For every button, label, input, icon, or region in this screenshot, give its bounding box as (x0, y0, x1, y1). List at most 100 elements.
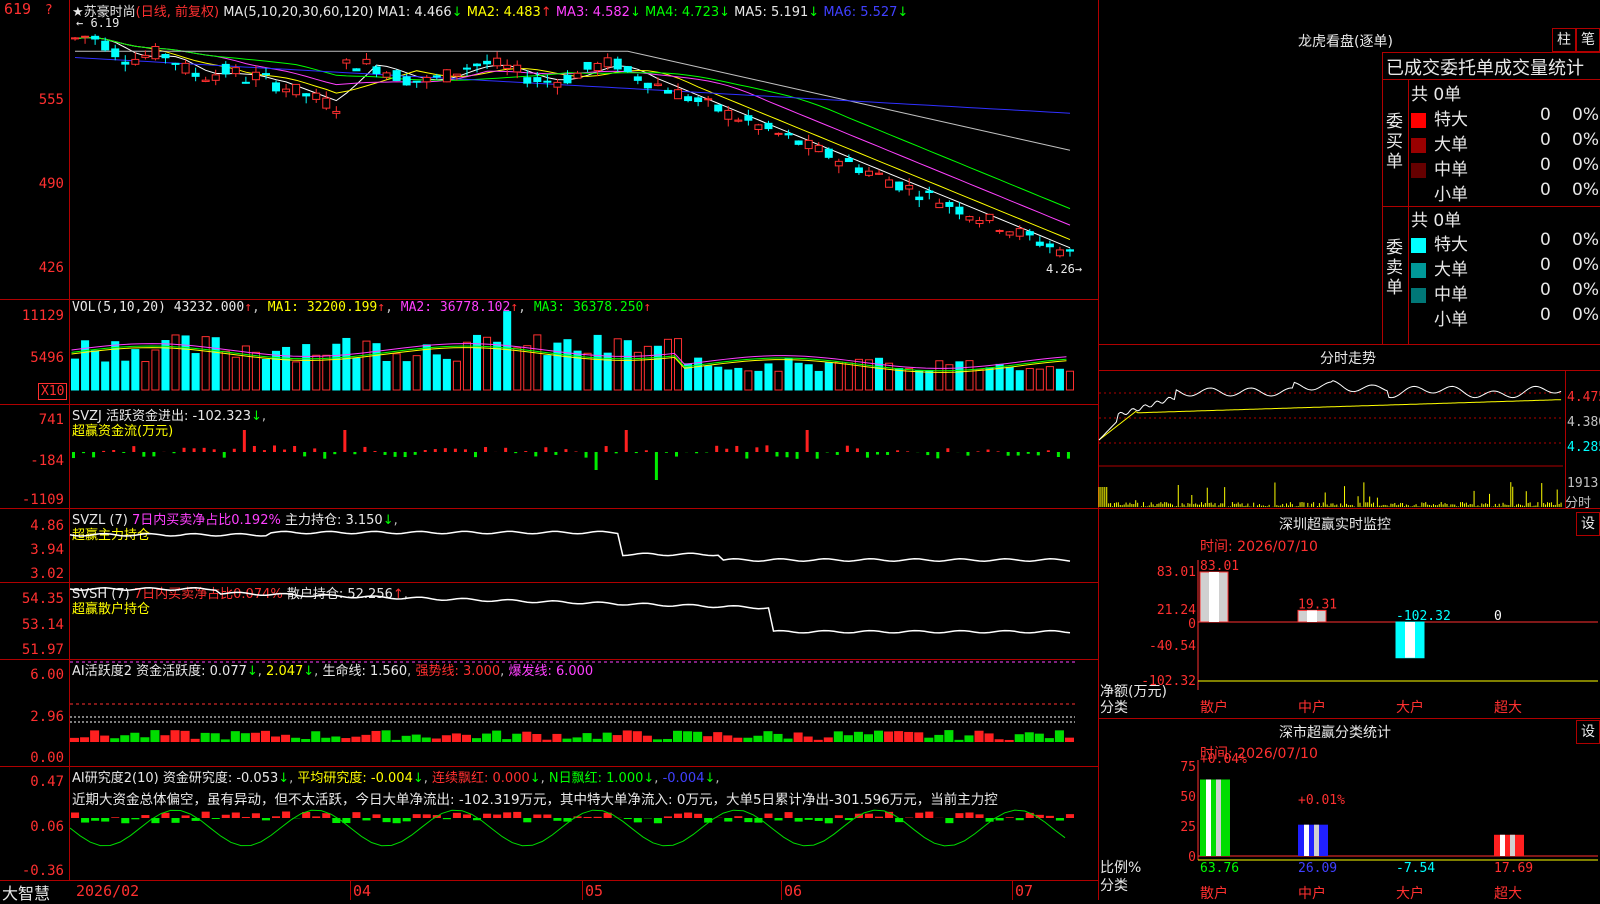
flow-bar (876, 452, 879, 455)
candle-body (202, 80, 209, 81)
flow-bar (575, 451, 578, 452)
volume-bar (514, 348, 521, 390)
ai-research-y-tick: -0.36 (0, 863, 64, 879)
research-bar (694, 814, 702, 818)
candle-body (1036, 242, 1043, 245)
volume-bar (453, 361, 460, 390)
y-tick: 426 (0, 260, 64, 276)
volume-bar (735, 368, 742, 390)
candle-body (82, 36, 89, 37)
flow-bar (645, 450, 648, 452)
flow-bar (384, 452, 387, 455)
category-label: 大户 (1396, 883, 1424, 903)
order-qty: 0 (1540, 230, 1551, 250)
svzl-y-tick: 3.94 (0, 542, 64, 558)
order-color-icon (1411, 113, 1426, 128)
flow-bar (404, 452, 407, 457)
volume-bar (805, 365, 812, 390)
research-bar (91, 818, 99, 821)
sz-stats-settings-button[interactable]: 设 (1576, 720, 1600, 744)
activity-bar (593, 739, 602, 742)
candle-body (604, 58, 611, 67)
flow-bar (273, 445, 276, 452)
volume-bar (755, 371, 762, 390)
research-bar (493, 815, 501, 818)
candle-body (303, 94, 310, 96)
candle-body (293, 84, 300, 94)
candle-body (112, 49, 119, 57)
monitor-value: 83.01 (1200, 559, 1239, 574)
question-mark[interactable]: ? (45, 3, 53, 18)
volume-bar (363, 341, 370, 390)
avg-price-line (1099, 400, 1561, 440)
research-bar (624, 818, 632, 819)
activity-bar (1025, 732, 1034, 742)
flow-bar (474, 452, 477, 457)
stats-bar-stripe (1510, 835, 1515, 856)
research-bar (423, 814, 431, 818)
candle-body (725, 110, 732, 119)
activity-bar (80, 737, 89, 742)
volume-bar (413, 356, 420, 390)
flow-bar (313, 448, 316, 452)
stats-bar-stripe (1216, 779, 1221, 856)
svsh-y-tick: 51.97 (0, 642, 64, 658)
volume-bar (896, 369, 903, 390)
research-bar (383, 818, 391, 822)
order-name: 中单 (1434, 285, 1468, 305)
ai-research-text3: 连续飘红: 0.000 (432, 771, 530, 786)
time-label: 2026/02 (76, 882, 139, 900)
candle-body (654, 84, 661, 85)
research-bar (795, 818, 803, 822)
flow-bar (866, 452, 869, 458)
flow-bar (595, 452, 598, 470)
volume-bar (715, 367, 722, 390)
flow-bar (333, 452, 336, 454)
flow-bar (816, 452, 819, 459)
time-label: 05 (585, 882, 603, 900)
volume-bar (303, 345, 310, 390)
holding-line (70, 531, 1070, 561)
volume-bar (725, 370, 732, 390)
activity-bar (804, 737, 813, 742)
candlestick-chart[interactable] (70, 20, 1098, 300)
monitor-value: 19.31 (1298, 597, 1337, 612)
sell-total: 共 0单 (1411, 206, 1461, 231)
activity-bar (422, 738, 431, 742)
volume-bar (92, 351, 99, 390)
flow-bar (886, 452, 889, 455)
activity-bar (402, 736, 411, 742)
stats-value: -7.54 (1396, 861, 1435, 876)
volume-bar (504, 312, 511, 390)
sz-stats-chart: 63.7626.09-7.5417.69+0.04%+0.01% (1198, 760, 1598, 900)
intraday-chart[interactable] (1099, 370, 1565, 508)
activity-bar (482, 734, 491, 742)
holding-line (70, 588, 1070, 633)
research-bar (775, 818, 783, 820)
volume-bar (705, 366, 712, 390)
research-bar (222, 815, 230, 818)
candle-body (735, 120, 742, 121)
sz-monitor-settings-button[interactable]: 设 (1576, 512, 1600, 536)
bar-mode-button[interactable]: 柱 (1552, 28, 1576, 52)
flow-bar (544, 447, 547, 452)
activity-bar (623, 730, 632, 742)
research-bar (503, 812, 511, 818)
ai-research-chart (70, 803, 1098, 878)
order-qty: 0 (1540, 180, 1551, 200)
volume-bar (283, 347, 290, 390)
sz-y-tick: 0 (1118, 617, 1196, 632)
candle-body (152, 47, 159, 59)
activity-bar (874, 731, 883, 742)
ai-active-chart (70, 662, 1098, 762)
flow-bar (635, 452, 638, 453)
research-bar (865, 814, 873, 818)
tick-mode-button[interactable]: 笔 (1576, 28, 1600, 52)
ai-research-y-tick: 0.47 (0, 774, 64, 790)
volume-bar (845, 363, 852, 390)
flow-bar (534, 452, 537, 456)
volume-bar (815, 371, 822, 390)
period-label[interactable]: (日线, 前复权) (136, 5, 219, 20)
order-name: 中单 (1434, 160, 1468, 180)
volume-bar (1046, 367, 1053, 390)
